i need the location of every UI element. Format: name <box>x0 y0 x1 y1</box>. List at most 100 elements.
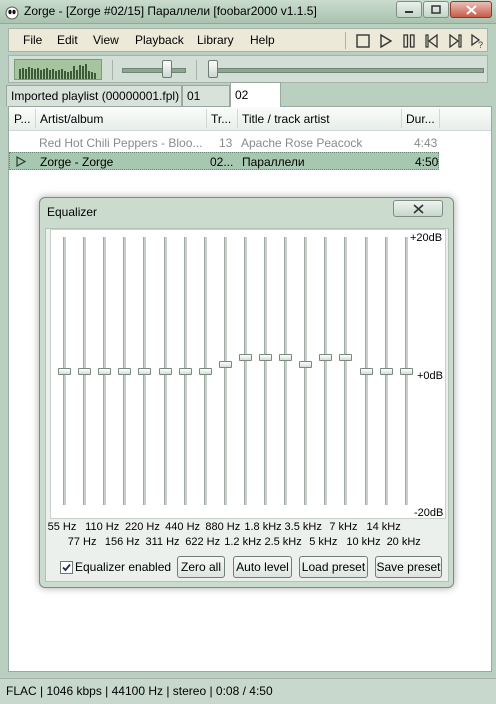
volume-slider-thumb[interactable] <box>162 60 172 78</box>
maximize-button[interactable] <box>423 1 449 18</box>
minimize-button[interactable] <box>396 1 422 18</box>
eq-band-thumb[interactable] <box>279 354 293 362</box>
equalizer-enabled-label[interactable]: Equalizer enabled <box>75 560 171 574</box>
eq-band-track[interactable] <box>284 237 288 505</box>
foobar-app-icon[interactable] <box>4 4 20 20</box>
close-icon <box>465 4 477 15</box>
minimize-icon <box>405 10 413 13</box>
save-preset-button[interactable]: Save preset <box>375 556 442 578</box>
eq-band-thumb[interactable] <box>58 367 71 375</box>
seek-slider-thumb[interactable] <box>208 60 218 78</box>
close-icon <box>412 203 424 214</box>
eq-band-thumb[interactable] <box>399 367 413 375</box>
eq-band-track[interactable] <box>264 237 267 505</box>
toolbar-separator <box>112 60 113 80</box>
row-artist-album: Zorge - Zorge <box>40 155 114 169</box>
eq-band-thumb[interactable] <box>78 367 92 375</box>
column-divider[interactable] <box>35 109 36 128</box>
eq-band-thumb[interactable] <box>319 354 333 362</box>
menu-view[interactable]: View <box>93 33 119 47</box>
row-title: Apache Rose Peacock <box>241 136 363 150</box>
stop-icon[interactable] <box>355 33 371 49</box>
column-divider[interactable] <box>206 109 207 128</box>
column-header-title[interactable]: Title / track artist <box>242 112 330 126</box>
toolbar-separator <box>345 32 346 49</box>
db-label-top: +20dB <box>410 232 443 244</box>
eq-band-thumb[interactable] <box>198 367 212 375</box>
pause-icon[interactable] <box>401 33 417 49</box>
row-artist-album: Red Hot Chili Peppers - Bloo... <box>39 136 203 150</box>
eq-band-frequency-label: 3.5 kHz <box>284 521 322 533</box>
checkmark-icon <box>62 563 71 572</box>
eq-band-frequency-label: 622 Hz <box>185 536 221 548</box>
eq-band-thumb[interactable] <box>218 360 232 368</box>
eq-band-track[interactable] <box>304 237 308 505</box>
tab-imported-playlist[interactable]: Imported playlist (00000001.fpl) <box>6 85 182 106</box>
menu-edit[interactable]: Edit <box>57 33 78 47</box>
eq-band-frequency-label: 1.2 kHz <box>224 536 262 548</box>
close-button[interactable] <box>450 1 492 18</box>
previous-icon[interactable] <box>424 33 440 49</box>
random-icon[interactable]: ? <box>469 33 485 49</box>
eq-band-thumb[interactable] <box>339 354 353 362</box>
status-text: FLAC | 1046 kbps | 44100 Hz | stereo | 0… <box>6 684 273 698</box>
svg-text:?: ? <box>478 40 483 49</box>
eq-band-frequency-label: 77 Hz <box>67 536 97 548</box>
now-playing-icon <box>16 156 26 167</box>
eq-band-frequency-label: 14 kHz <box>366 521 401 533</box>
eq-band-thumb[interactable] <box>238 354 252 362</box>
menu-file[interactable]: File <box>23 33 42 47</box>
column-divider[interactable] <box>439 109 440 128</box>
eq-band-thumb[interactable] <box>138 367 152 375</box>
equalizer-dialog: Equalizer +20dB +0dB -20dB 55 Hz 77 Hz 110… <box>39 197 454 588</box>
column-header-duration[interactable]: Dur... <box>406 112 435 126</box>
eq-band-frequency-label: 10 kHz <box>346 536 381 548</box>
equalizer-enabled-checkbox[interactable] <box>60 561 73 574</box>
eq-band-thumb[interactable] <box>299 360 313 368</box>
play-icon[interactable] <box>378 33 394 49</box>
eq-band-thumb[interactable] <box>118 367 132 375</box>
zero-all-button[interactable]: Zero all <box>177 556 225 578</box>
equalizer-close-button[interactable] <box>393 200 443 217</box>
eq-band-frequency-label: 5 kHz <box>309 536 338 548</box>
eq-band-track[interactable] <box>223 237 227 505</box>
eq-band-frequency-label: 2.5 kHz <box>264 536 302 548</box>
next-icon[interactable] <box>447 33 463 49</box>
column-divider[interactable] <box>237 109 238 128</box>
eq-band-frequency-label: 7 kHz <box>329 521 358 533</box>
eq-band-track[interactable] <box>344 237 348 505</box>
tab-01[interactable]: 01 <box>182 85 230 106</box>
eq-band-thumb[interactable] <box>98 367 112 375</box>
menu-library[interactable]: Library <box>197 33 234 47</box>
tab-02[interactable]: 02 <box>230 82 281 107</box>
toolbar-separator <box>196 60 197 80</box>
column-header-artist-album[interactable]: Artist/album <box>40 112 103 126</box>
eq-band-thumb[interactable] <box>178 367 192 375</box>
volume-track[interactable] <box>122 68 186 73</box>
eq-band-thumb[interactable] <box>379 367 393 375</box>
eq-band-frequency-label: 1.8 kHz <box>244 521 282 533</box>
auto-level-button[interactable]: Auto level <box>233 556 292 578</box>
eq-band-track[interactable] <box>324 237 328 505</box>
menu-help[interactable]: Help <box>250 33 275 47</box>
eq-band-frequency-label: 20 kHz <box>386 536 421 548</box>
column-header-track[interactable]: Tr... <box>211 112 231 126</box>
eq-band-thumb[interactable] <box>359 367 373 375</box>
column-header-playing[interactable]: P... <box>14 112 30 126</box>
row-track-number: 02... <box>210 155 234 169</box>
load-preset-button[interactable]: Load preset <box>299 556 368 578</box>
row-duration: 4:50 <box>415 155 439 169</box>
eq-band-thumb[interactable] <box>259 354 272 362</box>
column-divider[interactable] <box>401 109 402 128</box>
playlist-row-selected[interactable]: Zorge - Zorge 02... Параллели 4:50 <box>9 152 439 170</box>
window-controls <box>395 1 492 20</box>
playlist-row[interactable]: Red Hot Chili Peppers - Bloo... 13 Apach… <box>9 134 439 152</box>
menu-playback[interactable]: Playback <box>135 33 184 47</box>
eq-band-thumb[interactable] <box>158 367 172 375</box>
status-bar: FLAC | 1046 kbps | 44100 Hz | stereo | 0… <box>0 678 496 704</box>
eq-band-track[interactable] <box>243 237 247 505</box>
seek-track[interactable] <box>210 68 484 73</box>
equalizer-slider-area: +20dB +0dB -20dB <box>50 229 446 519</box>
eq-band-frequency-label: 311 Hz <box>145 536 180 548</box>
eq-band-frequency-label: 220 Hz <box>124 521 160 533</box>
